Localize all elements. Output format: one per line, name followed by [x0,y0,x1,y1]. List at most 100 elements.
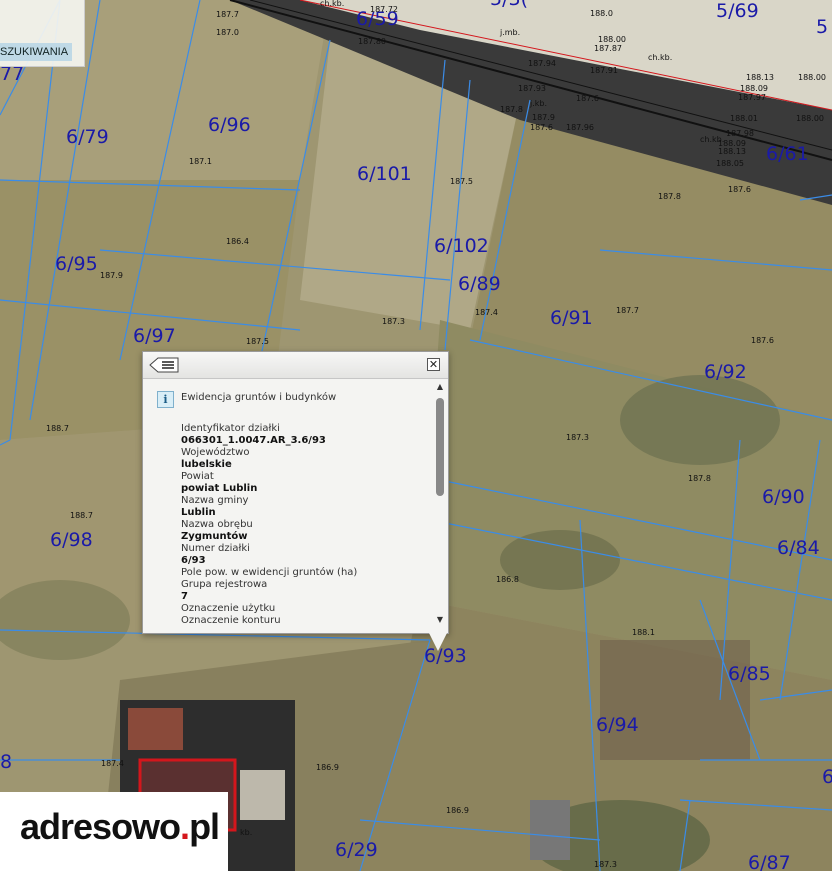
shed [530,800,570,860]
elevation-label: 188.13 [746,73,774,82]
elevation-label: 187.4 [475,308,498,317]
attribute-value: lubelskie [181,459,232,470]
parcel-label[interactable]: 6 [822,766,832,788]
parcel-label[interactable]: 6/95 [55,253,98,275]
parcel-label[interactable]: 6/87 [748,852,791,871]
elevation-label: 186.9 [316,763,339,772]
parcel-label[interactable]: 5/3( [490,0,528,10]
parcel-label[interactable]: 6/79 [66,126,109,148]
elevation-label: 187.6 [751,336,774,345]
attribute-value: 6/93 [181,555,206,566]
attribute-label: Pole pow. w ewidencji gruntów (ha) [181,567,358,578]
logo-dot: . [180,806,190,847]
parcel-label[interactable]: 6/101 [357,163,412,185]
attribute-list: Identyfikator działki 066301_1.0047.AR_3… [181,423,431,627]
attribute-label: Oznaczenie użytku [181,603,276,614]
scroll-thumb[interactable] [436,398,444,496]
elevation-label: 187.98 [726,129,754,138]
attribute-label: Identyfikator działki [181,423,280,434]
parcel-label[interactable]: 6/29 [335,839,378,861]
elevation-label: 188.7 [46,424,69,433]
scroll-down-icon[interactable]: ▼ [435,615,445,625]
scroll-up-icon[interactable]: ▲ [435,382,445,392]
parcel-label[interactable]: 6/102 [434,235,489,257]
elevation-label: 187.7 [216,10,239,19]
yard [240,770,285,820]
elevation-label: 188.09 [740,84,768,93]
elevation-label: 187.5 [246,337,269,346]
elevation-label: 187.6 [576,94,599,103]
menu-list-icon[interactable] [149,357,179,373]
tree-cluster [620,375,780,465]
attribute-value: 066301_1.0047.AR_3.6/93 [181,435,326,446]
elevation-label: 187.93 [518,84,546,93]
parcel-label[interactable]: 6/84 [777,537,820,559]
logo-tld: pl [189,806,220,847]
parcel-label[interactable]: 5/69 [716,0,759,22]
elevation-label: 187.94 [528,59,556,68]
search-tab[interactable]: SZUKIWANIA [0,43,73,61]
elevation-label: 187.72 [370,5,398,14]
parcel-label[interactable]: 6/97 [133,325,176,347]
elevation-label: 188.1 [632,628,655,637]
elevation-label: 187.9 [100,271,123,280]
elevation-label: 187.8 [688,474,711,483]
parcel-label[interactable]: 5 [816,16,828,38]
elevation-label: 187.8 [658,192,681,201]
elevation-label: 188.13 [718,147,746,156]
parcel-label[interactable]: 8 [0,751,12,773]
parcel-label[interactable]: 6/94 [596,714,639,736]
elevation-label: 186.4 [226,237,249,246]
elevation-label: 188.00 [598,35,626,44]
elevation-label: 187.97 [738,93,766,102]
parcel-label[interactable]: 6/91 [550,307,593,329]
adresowo-logo[interactable]: adresowo.pl [0,792,228,871]
elevation-label: 187.4 [101,759,124,768]
elevation-label: 187.80 [358,37,386,46]
attribute-value: Lublin [181,507,216,518]
info-icon: i [157,391,174,408]
attribute-label: Nazwa obrębu [181,519,253,530]
attribute-label: Grupa rejestrowa [181,579,268,590]
parcel-label[interactable]: 6/96 [208,114,251,136]
attribute-label: Nazwa gminy [181,495,249,506]
road-annotation: j.kb. [529,99,547,108]
elevation-label: 187.3 [594,860,617,869]
logo-text: adresowo.pl [20,806,220,848]
elevation-label: 188.00 [798,73,826,82]
attribute-value: 7 [181,591,188,602]
popup-scrollbar[interactable]: ▲ ▼ [435,382,445,625]
road-annotation: ch.kb. [700,135,724,144]
popup-content: i Ewidencja gruntów i budynków Identyfik… [143,379,433,629]
elevation-label: 188.0 [590,9,613,18]
elevation-label: 187.3 [566,433,589,442]
elevation-label: 187.8 [500,105,523,114]
road-annotation: kb. [240,828,252,837]
parcel-label[interactable]: 6/98 [50,529,93,551]
parcel-label[interactable]: 6/90 [762,486,805,508]
feature-info-popup: ✕ i Ewidencja gruntów i budynków Identyf… [142,351,449,634]
elevation-label: 187.0 [216,28,239,37]
ploughed-field [600,640,750,760]
road-annotation: ch.kb. [648,53,672,62]
elevation-label: 188.00 [796,114,824,123]
elevation-label: 186.9 [446,806,469,815]
elevation-label: 187.6 [530,123,553,132]
popup-pointer [428,631,448,651]
search-panel: SZUKIWANIA [0,0,85,67]
attribute-value: Zygmuntów [181,531,248,542]
elevation-label: 187.9 [532,113,555,122]
attribute-label: Numer działki [181,543,250,554]
attribute-label: Województwo [181,447,250,458]
elevation-label: 187.87 [594,44,622,53]
parcel-label[interactable]: 6/92 [704,361,747,383]
close-icon[interactable]: ✕ [427,358,440,371]
parcel-label[interactable]: 6/85 [728,663,771,685]
elevation-label: 188.01 [730,114,758,123]
elevation-label: 187.7 [616,306,639,315]
elevation-label: 187.6 [728,185,751,194]
attribute-value: powiat Lublin [181,483,258,494]
parcel-label[interactable]: 6/89 [458,273,501,295]
layer-title: Ewidencja gruntów i budynków [181,392,337,403]
parcel-label[interactable]: 6/61 [766,143,809,165]
